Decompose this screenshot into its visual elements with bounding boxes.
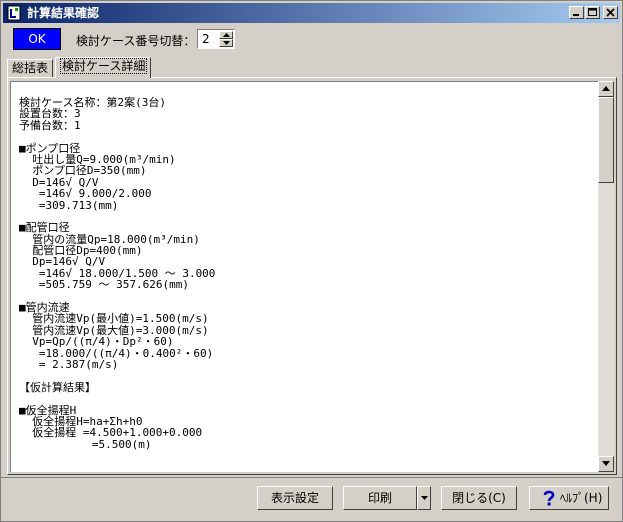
result-text-area[interactable]: 検討ケース名称：第2案(3台) 設置台数：3 予備台数：1 ■ポンプ口径 吐出し量Q=… bbox=[10, 81, 598, 472]
print-button[interactable]: 印刷 bbox=[343, 486, 417, 510]
close-window-button[interactable] bbox=[603, 6, 618, 19]
result-line bbox=[19, 131, 215, 142]
title-bar[interactable]: 計算結果確認 bbox=[3, 3, 620, 23]
triangle-up-icon bbox=[602, 86, 610, 91]
spin-down-button[interactable] bbox=[219, 39, 233, 47]
result-line: 【仮計算結果】 bbox=[19, 380, 96, 394]
maximize-button[interactable] bbox=[585, 6, 600, 19]
triangle-up-icon bbox=[223, 33, 230, 37]
result-text: 検討ケース名称：第2案(3台) 設置台数：3 予備台数：1 ■ポンプ口径 吐出し量Q=… bbox=[19, 97, 215, 451]
scroll-up-button[interactable] bbox=[598, 81, 614, 97]
case-switch-label: 検討ケース番号切替： bbox=[76, 34, 196, 48]
result-line: Vp=Qp/((π/4)・Dp²・60) bbox=[19, 335, 174, 349]
result-line: =309.713(mm) bbox=[19, 198, 119, 212]
result-line: = 2.387(m/s) bbox=[19, 357, 119, 371]
scroll-thumb[interactable] bbox=[598, 97, 614, 183]
vertical-scrollbar[interactable] bbox=[598, 81, 614, 472]
app-icon bbox=[7, 5, 21, 21]
result-line bbox=[19, 393, 215, 404]
tab-summary[interactable]: 総括表 bbox=[7, 59, 53, 77]
result-line: =146√ 9.000/2.000 bbox=[19, 187, 152, 201]
triangle-down-icon bbox=[223, 41, 230, 45]
triangle-down-icon bbox=[602, 461, 610, 466]
tab-summary-label: 総括表 bbox=[12, 61, 49, 75]
maximize-icon bbox=[588, 8, 597, 16]
toolbar: OK 検討ケース番号切替： 2 bbox=[1, 25, 622, 55]
app-window: 計算結果確認 OK 検討ケース番号切替： 2 総括表 検討ケース詳細 検討ケース… bbox=[0, 0, 623, 522]
spin-up-button[interactable] bbox=[219, 31, 233, 39]
result-line: 仮全揚程 =4.500+1.000+0.000 bbox=[19, 426, 203, 440]
result-line: ■配管口径 bbox=[19, 221, 70, 235]
question-mark-icon bbox=[543, 490, 555, 506]
ok-button[interactable]: OK bbox=[13, 28, 61, 50]
window-title: 計算結果確認 bbox=[27, 6, 100, 20]
scroll-down-button[interactable] bbox=[598, 456, 614, 472]
minimize-button[interactable] bbox=[569, 6, 584, 19]
case-number-spinner[interactable]: 2 bbox=[197, 29, 235, 49]
result-line: 予備台数：1 bbox=[19, 118, 81, 132]
result-line: =505.759 ～ 357.626(mm) bbox=[19, 278, 189, 292]
tab-case-detail-label: 検討ケース詳細 bbox=[60, 58, 148, 74]
help-label: ﾍﾙﾌﾟ(H) bbox=[560, 491, 603, 505]
print-dropdown-button[interactable] bbox=[417, 486, 431, 510]
button-bar: 表示設定 印刷 閉じる(C) ﾍﾙﾌﾟ(H) bbox=[1, 477, 622, 522]
help-button[interactable]: ﾍﾙﾌﾟ(H) bbox=[529, 486, 609, 510]
display-settings-button[interactable]: 表示設定 bbox=[257, 486, 333, 510]
minimize-icon bbox=[573, 14, 579, 16]
result-line: =5.500(m) bbox=[19, 437, 152, 451]
tab-case-detail[interactable]: 検討ケース詳細 bbox=[55, 57, 151, 78]
close-button[interactable]: 閉じる(C) bbox=[441, 486, 517, 510]
triangle-down-icon bbox=[421, 496, 428, 500]
case-number-value[interactable]: 2 bbox=[202, 32, 210, 46]
close-icon bbox=[606, 8, 615, 17]
